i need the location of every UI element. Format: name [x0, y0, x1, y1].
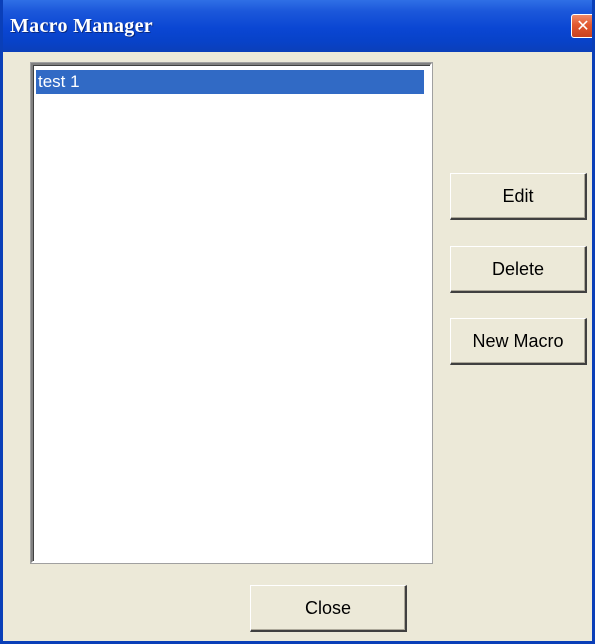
close-icon[interactable]: ✕ [571, 14, 592, 38]
macro-manager-dialog: Macro Manager ✕ test 1 Edit Delete New M… [0, 0, 595, 644]
new-macro-button[interactable]: New Macro [450, 318, 587, 365]
edit-button[interactable]: Edit [450, 173, 587, 220]
list-item[interactable]: test 1 [36, 70, 424, 94]
delete-button[interactable]: Delete [450, 246, 587, 293]
listbox-inner [33, 65, 430, 561]
close-button[interactable]: Close [250, 585, 407, 632]
title-bar[interactable]: Macro Manager ✕ [3, 0, 592, 52]
macro-listbox[interactable]: test 1 [30, 62, 433, 564]
window-title: Macro Manager [10, 15, 153, 37]
